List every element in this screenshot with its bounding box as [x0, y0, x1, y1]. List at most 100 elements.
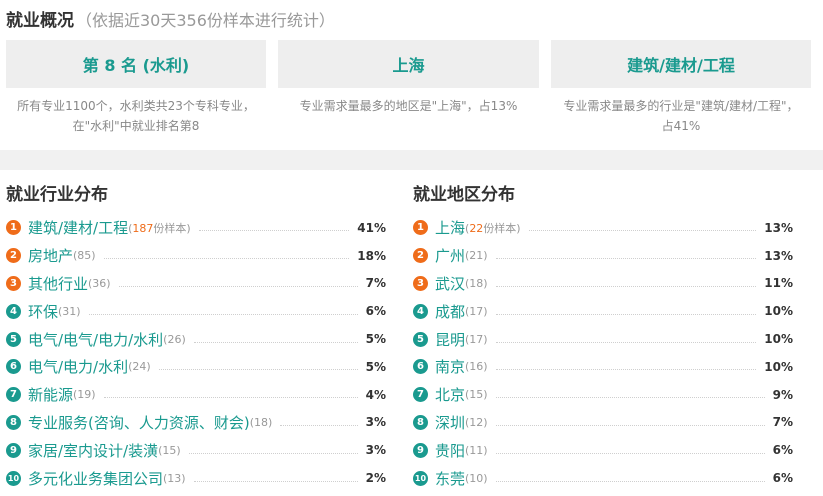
sample-count: (15)	[465, 388, 488, 402]
percentage: 10%	[764, 332, 793, 347]
industry-row: 2 房地产 (85) 18%	[6, 242, 386, 270]
region-name-link[interactable]: 昆明	[435, 329, 465, 350]
region-name-link[interactable]: 深圳	[435, 412, 465, 433]
sample-count: (22份样本)	[465, 220, 521, 236]
rank-badge: 3	[6, 275, 21, 291]
percentage: 6%	[772, 443, 793, 458]
section-title: 就业概况	[6, 11, 74, 31]
rank-badge: 9	[413, 442, 428, 458]
dotted-leader	[103, 397, 358, 399]
industry-name-link[interactable]: 专业服务(咨询、人力资源、财会)	[28, 412, 250, 433]
dotted-leader	[495, 397, 765, 399]
region-row: 8 深圳 (12) 7%	[413, 409, 793, 437]
industry-name-link[interactable]: 家居/室内设计/装潢	[28, 440, 158, 461]
rank-badge: 9	[6, 442, 21, 458]
industry-name-link[interactable]: 其他行业	[28, 273, 88, 294]
dotted-leader	[528, 230, 757, 232]
summary-card-industry-desc: 专业需求量最多的行业是"建筑/建材/工程"，占41%	[563, 99, 799, 133]
industry-name-link[interactable]: 房地产	[28, 245, 73, 266]
percentage: 6%	[772, 471, 793, 486]
rank-badge: 4	[413, 303, 428, 319]
percentage: 3%	[365, 443, 386, 458]
percentage: 3%	[365, 415, 386, 430]
sample-count: (10)	[465, 471, 488, 485]
rank-badge: 5	[6, 331, 21, 347]
region-distribution: 就业地区分布 1 上海 (22份样本) 13% 2 广州 (21) 13% 3 武汉 (18) 11%…	[413, 182, 793, 492]
industry-title: 就业行业分布	[6, 185, 108, 205]
sample-count: (18)	[465, 276, 488, 290]
region-name-link[interactable]: 成都	[435, 301, 465, 322]
rank-badge: 2	[413, 248, 428, 264]
industry-name-link[interactable]: 建筑/建材/工程	[28, 217, 128, 238]
percentage: 4%	[365, 387, 386, 402]
rank-badge: 8	[6, 414, 21, 430]
sample-count: (18)	[249, 415, 273, 429]
count-suffix: 份样本)	[153, 221, 191, 235]
industry-row: 4 环保 (31) 6%	[6, 297, 386, 325]
percentage: 7%	[772, 415, 793, 430]
dotted-leader	[280, 424, 358, 426]
dotted-leader	[495, 341, 757, 343]
industry-row: 5 电气/电气/电力/水利 (26) 5%	[6, 325, 386, 353]
industry-list: 1 建筑/建材/工程 (187份样本) 41% 2 房地产 (85) 18% 3 其他行业 (36)…	[6, 214, 386, 492]
region-name-link[interactable]: 贵阳	[435, 440, 465, 461]
dotted-leader	[495, 369, 757, 371]
divider-band	[0, 150, 823, 170]
dotted-leader	[495, 452, 765, 454]
sample-count: (15)	[158, 443, 181, 457]
sample-count: (11)	[465, 443, 488, 457]
sample-count: (16)	[465, 360, 488, 374]
rank-badge: 6	[413, 359, 428, 375]
industry-name-link[interactable]: 多元化业务集团公司	[28, 468, 163, 489]
region-name-link[interactable]: 武汉	[435, 273, 465, 294]
dotted-leader	[495, 480, 765, 482]
region-name-link[interactable]: 南京	[435, 356, 465, 377]
region-row: 4 成都 (17) 10%	[413, 297, 793, 325]
dotted-leader	[188, 452, 358, 454]
count-number: 22	[469, 221, 484, 235]
industry-row: 3 其他行业 (36) 7%	[6, 270, 386, 298]
rank-badge: 4	[6, 303, 21, 319]
percentage: 6%	[365, 304, 386, 319]
section-subtitle: （依据近30天356份样本进行统计）	[76, 11, 335, 30]
industry-row: 7 新能源 (19) 4%	[6, 381, 386, 409]
region-list: 1 上海 (22份样本) 13% 2 广州 (21) 13% 3 武汉 (18) 11% 4 成都 (17)…	[413, 214, 793, 492]
industry-name-link[interactable]: 电气/电气/电力/水利	[28, 329, 163, 350]
percentage: 13%	[764, 248, 793, 263]
region-name-link[interactable]: 上海	[435, 217, 465, 238]
region-row: 1 上海 (22份样本) 13%	[413, 214, 793, 242]
region-row: 5 昆明 (17) 10%	[413, 325, 793, 353]
percentage: 41%	[357, 220, 386, 235]
industry-row: 9 家居/室内设计/装潢 (15) 3%	[6, 436, 386, 464]
region-name-link[interactable]: 北京	[435, 384, 465, 405]
summary-card-rank-desc: 所有专业1100个，水利类共23个专科专业，在"水利"中就业排名第8	[17, 99, 255, 133]
region-row: 6 南京 (16) 10%	[413, 353, 793, 381]
percentage: 10%	[764, 304, 793, 319]
count-suffix: 份样本)	[483, 221, 521, 235]
percentage: 11%	[764, 276, 793, 291]
industry-row: 10 多元化业务集团公司 (13) 2%	[6, 464, 386, 492]
percentage: 5%	[365, 359, 386, 374]
sample-count: (31)	[58, 304, 81, 318]
industry-row: 6 电气/电力/水利 (24) 5%	[6, 353, 386, 381]
dotted-leader	[495, 313, 757, 315]
dotted-leader	[103, 258, 350, 260]
region-row: 2 广州 (21) 13%	[413, 242, 793, 270]
summary-card-region-desc: 专业需求量最多的地区是"上海"，占13%	[299, 99, 518, 113]
rank-badge: 7	[6, 387, 21, 403]
rank-badge: 10	[6, 470, 21, 486]
sample-count: (26)	[163, 332, 186, 346]
percentage: 7%	[365, 276, 386, 291]
industry-name-link[interactable]: 环保	[28, 301, 58, 322]
region-name-link[interactable]: 东莞	[435, 468, 465, 489]
rank-badge: 8	[413, 414, 428, 430]
region-name-link[interactable]: 广州	[435, 245, 465, 266]
rank-badge: 6	[6, 359, 21, 375]
rank-badge: 5	[413, 331, 428, 347]
dotted-leader	[158, 369, 358, 371]
dotted-leader	[118, 285, 358, 287]
sample-count: (19)	[73, 388, 96, 402]
percentage: 18%	[357, 248, 386, 263]
industry-name-link[interactable]: 电气/电力/水利	[28, 356, 128, 377]
industry-name-link[interactable]: 新能源	[28, 384, 73, 405]
